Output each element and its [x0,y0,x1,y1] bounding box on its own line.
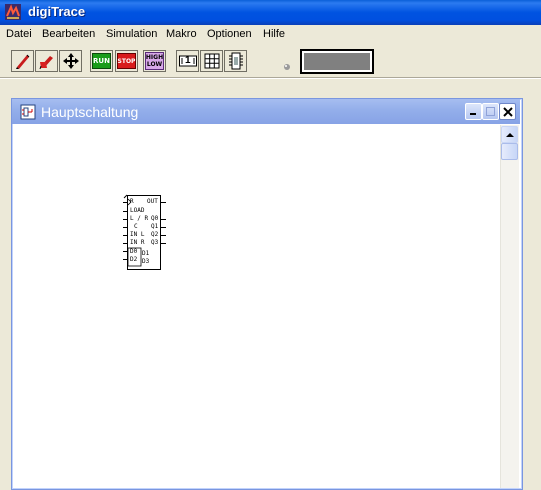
app-title: digiTrace [28,4,86,19]
run-label: RUN [93,56,110,65]
speed-indicator-icon [283,58,291,70]
pin-inl: IN L [130,231,145,238]
close-icon [502,106,513,117]
draw-wire-button[interactable] [11,50,34,72]
pin-out: OUT [147,198,158,205]
grid-icon [204,53,219,69]
menu-bearbeiten[interactable]: Bearbeiten [42,28,95,40]
maximize-button[interactable] [482,103,499,120]
child-title: Hauptschaltung [41,104,139,120]
delete-wire-button[interactable] [35,50,58,72]
pin-c: C [134,223,138,230]
pin-d1: D1 [142,250,150,257]
stop-button[interactable]: STOP [115,50,138,72]
pin-d3: D3 [142,258,150,265]
menu-datei[interactable]: Datei [6,28,32,40]
stop-label: STOP [117,57,136,65]
pin-d2: D2 [130,256,138,263]
menu-simulation[interactable]: Simulation [106,28,157,40]
pin-q2: Q2 [151,231,159,238]
high-low-button[interactable]: HIGH LOW [143,50,166,72]
high-label: HIGH [145,53,164,61]
pin-q3: Q3 [151,239,159,246]
status-display [300,49,374,74]
scroll-up-button[interactable] [501,126,518,143]
pin-q0: Q0 [151,215,159,222]
low-label: LOW [146,60,163,68]
pin-load: LOAD [130,207,145,214]
close-button[interactable] [499,103,516,120]
grid-button[interactable] [200,50,223,72]
menu-makro[interactable]: Makro [166,28,197,40]
menu-hilfe[interactable]: Hilfe [263,28,285,40]
pin-r: R [130,198,134,205]
scroll-thumb[interactable] [501,143,518,160]
eraser-pen-icon [39,56,53,70]
minimize-button[interactable] [465,103,482,120]
counter-label: 1 [185,55,191,66]
child-window [11,98,523,490]
circuit-icon[interactable] [20,104,36,120]
minimize-icon [470,113,476,115]
pin-inr: IN R [130,239,145,246]
shift-register-component[interactable]: R LOAD L / R C IN L IN R D0 D2 OUT Q0 Q1… [120,192,170,272]
menu-optionen[interactable]: Optionen [207,28,252,40]
counter-button[interactable]: 1 [176,50,199,72]
pen-icon [15,54,29,69]
chip-button[interactable] [224,50,247,72]
move-icon [62,53,79,69]
pin-q1: Q1 [151,223,159,230]
arrow-up-icon [505,132,514,137]
menu-bar: Datei Bearbeiten Simulation Makro Option… [0,25,541,44]
app-icon[interactable] [5,4,21,20]
pin-d0: D0 [130,248,138,255]
move-button[interactable] [59,50,82,72]
run-button[interactable]: RUN [90,50,113,72]
status-display-fill [304,53,370,70]
pin-lr: L / R [130,215,149,222]
vertical-scrollbar[interactable] [500,125,519,488]
maximize-icon [486,107,495,116]
toolbar: RUN STOP HIGH LOW 1 [0,44,541,78]
chip-icon [228,52,243,70]
